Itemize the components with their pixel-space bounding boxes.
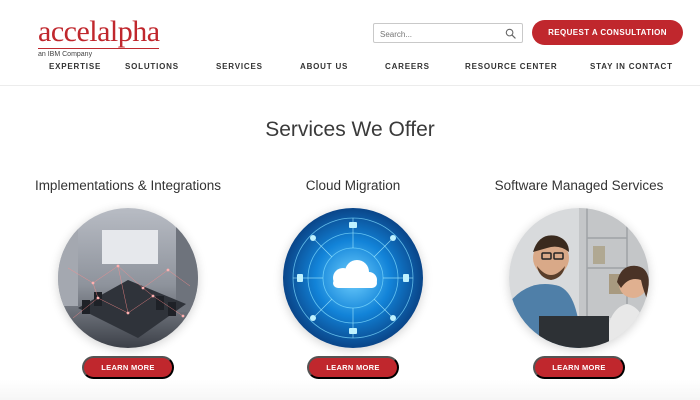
nav-item-about-us[interactable]: ABOUT US <box>300 62 348 71</box>
service-card-title: Implementations & Integrations <box>34 178 222 193</box>
section-title: Services We Offer <box>265 118 435 141</box>
nav-item-solutions[interactable]: SOLUTIONS <box>125 62 179 71</box>
learn-more-button[interactable]: LEARN MORE <box>307 356 399 379</box>
nav-item-resource-center[interactable]: RESOURCE CENTER <box>465 62 557 71</box>
nav-item-expertise[interactable]: EXPERTISE <box>49 62 101 71</box>
learn-more-button[interactable]: LEARN MORE <box>82 356 174 379</box>
nav-item-careers[interactable]: CAREERS <box>385 62 430 71</box>
logo-wordmark: accelalpha <box>38 15 160 48</box>
request-consultation-button[interactable]: REQUEST A CONSULTATION <box>532 20 683 45</box>
service-card-title: Cloud Migration <box>305 178 401 193</box>
section-bottom-shade <box>0 380 700 400</box>
nav-item-services[interactable]: SERVICES <box>216 62 263 71</box>
office-colleagues-image[interactable] <box>509 208 649 348</box>
search-input[interactable] <box>374 25 494 44</box>
service-card-managed-services: Software Managed Services LEARN MORE <box>464 178 694 379</box>
logo-tagline: an IBM Company <box>38 48 159 58</box>
service-card-cloud-migration: Cloud Migration LEARN MORE <box>238 178 468 379</box>
search-icon[interactable] <box>505 28 516 39</box>
service-card-title: Software Managed Services <box>494 178 664 193</box>
learn-more-button[interactable]: LEARN MORE <box>533 356 625 379</box>
cloud-circuit-image[interactable] <box>283 208 423 348</box>
site-header: accelalpha an IBM Company REQUEST A CONS… <box>0 0 700 86</box>
service-card-implementations: Implementations & Integrations LEARN MOR… <box>13 178 243 379</box>
main-nav: EXPERTISE SOLUTIONS SERVICES ABOUT US CA… <box>0 62 700 76</box>
search-box <box>373 23 523 44</box>
conference-room-image[interactable] <box>58 208 198 348</box>
nav-item-stay-in-contact[interactable]: STAY IN CONTACT <box>590 62 673 71</box>
accelalpha-logo[interactable]: accelalpha an IBM Company <box>38 15 160 58</box>
